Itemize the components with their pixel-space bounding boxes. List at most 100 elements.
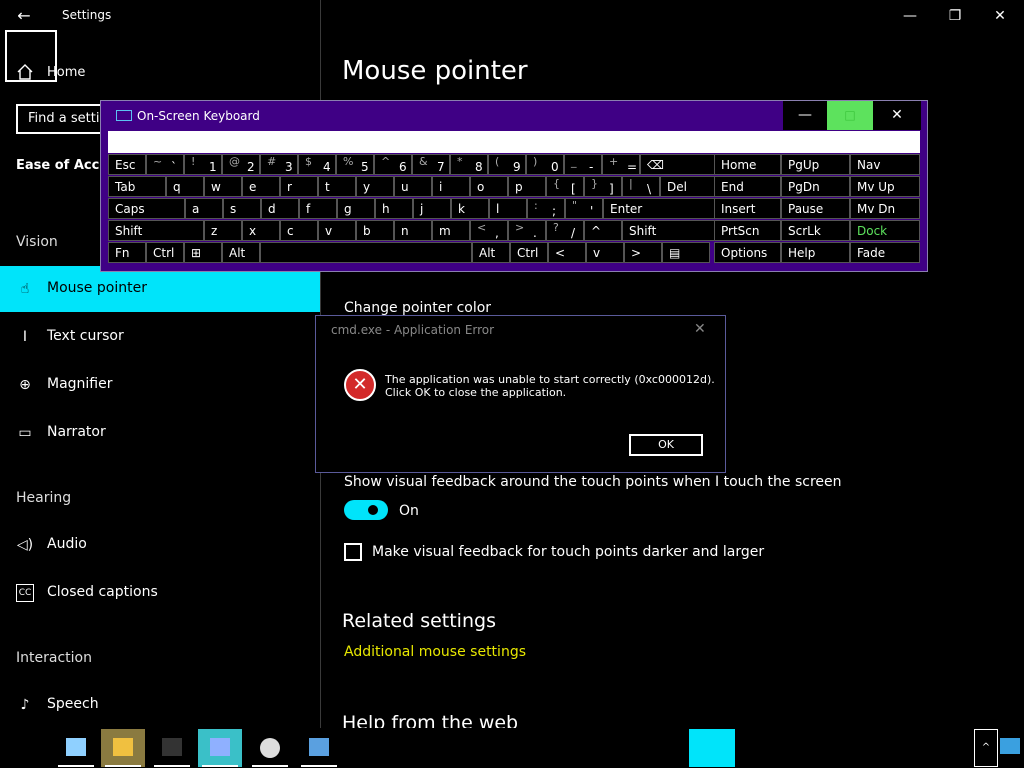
cmd-taskbar-icon[interactable] xyxy=(150,729,194,767)
osk-nav-key[interactable]: Dock xyxy=(850,220,920,241)
sidebar-item-audio[interactable]: ◁) Audio xyxy=(0,522,320,568)
osk-key[interactable]: :; xyxy=(527,198,565,219)
osk-key[interactable]: m xyxy=(432,220,470,241)
osk-key[interactable]: y xyxy=(356,176,394,197)
osk-key[interactable]: z xyxy=(204,220,242,241)
osk-key[interactable]: & 7 xyxy=(412,154,450,175)
osk-key[interactable]: Shift xyxy=(622,220,718,241)
osk-key[interactable]: Fn xyxy=(108,242,146,263)
osk-nav-key[interactable]: PrtScn xyxy=(714,220,781,241)
osk-key[interactable]: " ' xyxy=(565,198,603,219)
osk-key[interactable]: o xyxy=(470,176,508,197)
file-explorer-taskbar-icon[interactable] xyxy=(101,729,145,767)
osk-nav-key[interactable]: Mv Up xyxy=(850,176,920,197)
back-button[interactable]: ← xyxy=(10,4,38,28)
clock-taskbar-icon[interactable] xyxy=(248,729,292,767)
osk-key[interactable]: j xyxy=(413,198,451,219)
osk-key[interactable]: e xyxy=(242,176,280,197)
home-link[interactable]: Home xyxy=(47,65,85,80)
osk-key[interactable]: _ - xyxy=(564,154,602,175)
osk-key[interactable]: Alt xyxy=(222,242,260,263)
osk-nav-key[interactable]: Insert xyxy=(714,198,781,219)
osk-key[interactable]: h xyxy=(375,198,413,219)
osk-key[interactable]: f xyxy=(299,198,337,219)
osk-key[interactable]: % 5 xyxy=(336,154,374,175)
osk-key[interactable]: Caps xyxy=(108,198,185,219)
sidebar-item-narrator[interactable]: ▭ Narrator xyxy=(0,410,320,456)
osk-key[interactable]: ^ xyxy=(584,220,622,241)
osk-key[interactable]: #3 xyxy=(260,154,298,175)
osk-text-area[interactable] xyxy=(108,131,920,153)
osk-key[interactable]: $4 xyxy=(298,154,336,175)
osk-key[interactable]: Alt xyxy=(472,242,510,263)
osk-key[interactable]: r xyxy=(280,176,318,197)
osk-nav-key[interactable]: Help xyxy=(781,242,850,263)
osk-key[interactable]: ~ ` xyxy=(146,154,184,175)
additional-mouse-settings-link[interactable]: Additional mouse settings xyxy=(344,644,526,660)
osk-taskbar-icon[interactable] xyxy=(198,729,242,767)
osk-nav-key[interactable]: End xyxy=(714,176,781,197)
osk-key[interactable]: s xyxy=(223,198,261,219)
osk-key[interactable]: u xyxy=(394,176,432,197)
osk-minimize-button[interactable]: — xyxy=(783,101,827,130)
osk-key[interactable]: < xyxy=(548,242,586,263)
sidebar-item-speech[interactable]: ♪ Speech xyxy=(0,682,320,728)
osk-key[interactable]: c xyxy=(280,220,318,241)
osk-key[interactable]: Ctrl xyxy=(510,242,548,263)
osk-key[interactable]: ▤ xyxy=(662,242,710,263)
close-button[interactable]: ✕ xyxy=(977,4,1023,28)
restore-button[interactable]: ❐ xyxy=(932,4,978,28)
osk-nav-key[interactable]: Home xyxy=(714,154,781,175)
osk-key[interactable]: i xyxy=(432,176,470,197)
darker-feedback-label[interactable]: Make visual feedback for touch points da… xyxy=(372,544,764,560)
osk-key[interactable]: @2 xyxy=(222,154,260,175)
osk-key[interactable]: ! 1 xyxy=(184,154,222,175)
window-taskbar-icon[interactable] xyxy=(297,729,341,767)
osk-key[interactable]: l xyxy=(489,198,527,219)
osk-key[interactable]: ) 0 xyxy=(526,154,564,175)
osk-key[interactable]: n xyxy=(394,220,432,241)
osk-key[interactable]: Esc xyxy=(108,154,146,175)
osk-nav-key[interactable]: ScrLk xyxy=(781,220,850,241)
osk-key[interactable]: q xyxy=(166,176,204,197)
osk-key[interactable]: g xyxy=(337,198,375,219)
osk-key[interactable]: d xyxy=(261,198,299,219)
active-taskbar-button[interactable] xyxy=(689,729,735,767)
osk-key[interactable]: (9 xyxy=(488,154,526,175)
darker-feedback-checkbox[interactable] xyxy=(344,543,362,561)
osk-key[interactable]: }] xyxy=(584,176,622,197)
osk-key[interactable]: + = xyxy=(602,154,640,175)
osk-nav-key[interactable]: Fade xyxy=(850,242,920,263)
sidebar-item-mouse-pointer[interactable]: ☝ Mouse pointer xyxy=(0,266,320,312)
sidebar-item-magnifier[interactable]: ⊕ Magnifier xyxy=(0,362,320,408)
ok-button[interactable]: OK xyxy=(629,434,703,456)
osk-key[interactable]: * 8 xyxy=(450,154,488,175)
osk-key[interactable]: w xyxy=(204,176,242,197)
osk-nav-key[interactable]: PgUp xyxy=(781,154,850,175)
osk-key[interactable]: {[ xyxy=(546,176,584,197)
osk-key[interactable]: k xyxy=(451,198,489,219)
osk-key[interactable]: <, xyxy=(470,220,508,241)
osk-key[interactable]: > xyxy=(624,242,662,263)
osk-nav-key[interactable]: Options xyxy=(714,242,781,263)
osk-key[interactable]: Del xyxy=(660,176,718,197)
osk-nav-key[interactable]: Pause xyxy=(781,198,850,219)
osk-key[interactable]: v xyxy=(586,242,624,263)
touch-feedback-toggle[interactable] xyxy=(344,500,388,520)
osk-key[interactable]: >. xyxy=(508,220,546,241)
osk-key[interactable]: t xyxy=(318,176,356,197)
minimize-button[interactable]: — xyxy=(887,4,933,28)
osk-key[interactable]: b xyxy=(356,220,394,241)
osk-key[interactable]: a xyxy=(185,198,223,219)
sidebar-item-closed-captions[interactable]: CC Closed captions xyxy=(0,570,320,616)
notepad-taskbar-icon[interactable] xyxy=(54,729,98,767)
osk-nav-key[interactable]: Nav xyxy=(850,154,920,175)
touch-keyboard-tray-icon[interactable] xyxy=(1000,738,1020,754)
dialog-close-button[interactable]: ✕ xyxy=(694,321,706,337)
osk-key[interactable]: x xyxy=(242,220,280,241)
tray-chevron-icon[interactable]: ^ xyxy=(974,729,998,767)
osk-key[interactable]: ⊞ xyxy=(184,242,222,263)
osk-key[interactable]: Shift xyxy=(108,220,204,241)
osk-key[interactable]: ? / xyxy=(546,220,584,241)
osk-nav-key[interactable]: PgDn xyxy=(781,176,850,197)
